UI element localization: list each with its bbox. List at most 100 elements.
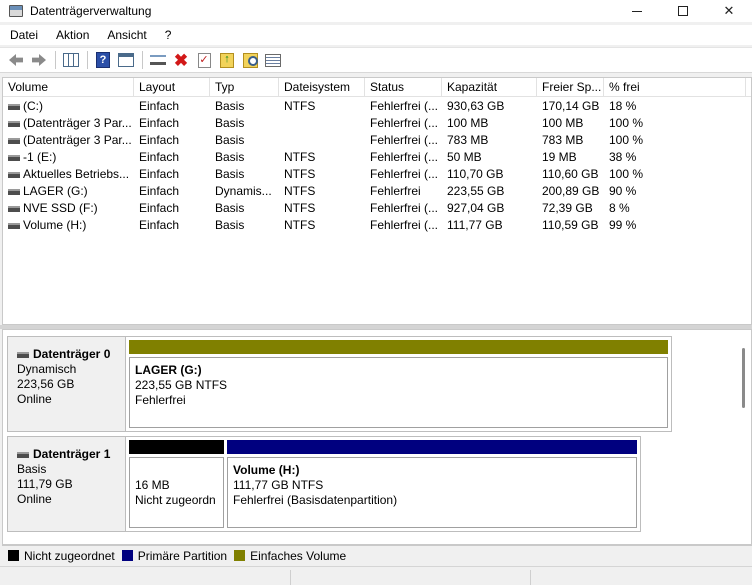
search-icon	[242, 52, 258, 68]
capacity-cell: 927,04 GB	[447, 201, 505, 215]
table-row[interactable]: (C:) Einfach Basis NTFS Fehlerfrei (... …	[3, 98, 751, 115]
free-space-cell: 200,89 GB	[542, 184, 600, 198]
disk-0-state: Online	[17, 392, 52, 406]
drive-icon	[17, 451, 29, 458]
table-row[interactable]: -1 (E:) Einfach Basis NTFS Fehlerfrei (.…	[3, 149, 751, 166]
properties-button[interactable]	[262, 50, 284, 70]
toolbar-separator	[87, 51, 88, 69]
delete-icon: ✖	[173, 50, 189, 70]
disk-0-title: Datenträger 0	[17, 347, 128, 362]
partition-unallocated[interactable]: 16 MB Nicht zugeordn	[129, 440, 224, 528]
table-row[interactable]: NVE SSD (F:) Einfach Basis NTFS Fehlerfr…	[3, 200, 751, 217]
menu-bar: Datei Aktion Ansicht ?	[0, 25, 752, 45]
column-header-volume[interactable]: Volume	[3, 78, 134, 97]
volume-name: NVE SSD (F:)	[23, 201, 98, 215]
volume-table-header: Volume Layout Typ Dateisystem Status Kap…	[3, 78, 751, 97]
connect-button[interactable]	[147, 50, 169, 70]
menu-help[interactable]: ?	[155, 28, 180, 42]
type-cell: Basis	[215, 167, 245, 181]
minimize-icon	[632, 10, 642, 12]
partition-volume-h[interactable]: Volume (H:) 111,77 GB NTFS Fehlerfrei (B…	[227, 440, 637, 528]
column-header-dateisystem[interactable]: Dateisystem	[279, 78, 365, 97]
column-header-freier-speicher[interactable]: Freier Sp...	[537, 78, 604, 97]
checkmark-button[interactable]: ✓	[193, 50, 215, 70]
partition-status: Fehlerfrei (Basisdatenpartition)	[233, 493, 398, 507]
capacity-cell: 930,63 GB	[447, 99, 505, 113]
search-button[interactable]	[239, 50, 261, 70]
show-hide-panel-button[interactable]	[115, 50, 137, 70]
menu-datei[interactable]: Datei	[0, 28, 46, 42]
partition-size: 223,55 GB NTFS	[135, 378, 228, 392]
table-row[interactable]: LAGER (G:) Einfach Dynamis... NTFS Fehle…	[3, 183, 751, 200]
table-row[interactable]: Aktuelles Betriebs... Einfach Basis NTFS…	[3, 166, 751, 183]
column-header-kapazitaet[interactable]: Kapazität	[442, 78, 537, 97]
toolbar-separator	[142, 51, 143, 69]
percent-free-cell: 99 %	[609, 218, 637, 232]
volume-name: (Datenträger 3 Par...	[23, 133, 132, 147]
back-button[interactable]	[5, 50, 27, 70]
free-space-cell: 170,14 GB	[542, 99, 600, 113]
percent-free-cell: 90 %	[609, 184, 637, 198]
layout-cell: Einfach	[139, 150, 180, 164]
delete-button[interactable]: ✖	[170, 50, 192, 70]
drive-icon	[8, 103, 20, 110]
forward-button[interactable]	[28, 50, 50, 70]
partition-details: Volume (H:) 111,77 GB NTFS Fehlerfrei (B…	[227, 457, 637, 528]
layout-cell: Einfach	[139, 116, 180, 130]
help-icon: ?	[96, 52, 110, 68]
title-bar: Datenträgerverwaltung ✕	[0, 0, 752, 22]
column-header-layout[interactable]: Layout	[134, 78, 210, 97]
back-icon	[9, 54, 23, 66]
percent-free-cell: 18 %	[609, 99, 637, 113]
volume-list-pane: Volume Layout Typ Dateisystem Status Kap…	[2, 77, 752, 325]
free-space-cell: 783 MB	[542, 133, 584, 147]
menu-ansicht[interactable]: Ansicht	[97, 28, 154, 42]
volume-name: (C:)	[23, 99, 43, 113]
close-icon: ✕	[723, 3, 735, 18]
legend-swatch	[234, 550, 246, 561]
legend-item-primary-partition: Primäre Partition	[121, 548, 228, 563]
drive-icon	[8, 171, 20, 178]
capacity-cell: 110,70 GB	[447, 167, 504, 181]
volume-table-rows: (C:) Einfach Basis NTFS Fehlerfrei (... …	[3, 98, 751, 234]
status-bar	[0, 566, 752, 585]
column-header-status[interactable]: Status	[365, 78, 442, 97]
layout-cell: Einfach	[139, 133, 180, 147]
legend-label: Primäre Partition	[137, 548, 228, 563]
column-header-typ[interactable]: Typ	[210, 78, 279, 97]
disk-0-partitions: LAGER (G:) 223,55 GB NTFS Fehlerfrei	[125, 336, 672, 432]
partition-lager-g[interactable]: LAGER (G:) 223,55 GB NTFS Fehlerfrei	[129, 340, 668, 428]
up-folder-button[interactable]: ↑	[216, 50, 238, 70]
type-cell: Basis	[215, 201, 245, 215]
help-button[interactable]: ?	[92, 50, 114, 70]
disk-1-label[interactable]: Datenträger 1 Basis 111,79 GB Online	[7, 436, 129, 532]
minimize-button[interactable]	[614, 0, 660, 22]
status-cell: Fehlerfrei (...	[370, 150, 439, 164]
partition-size: 111,77 GB NTFS	[233, 478, 324, 492]
disk-1-state: Online	[17, 492, 52, 506]
filesystem-cell: NTFS	[284, 184, 316, 198]
table-row[interactable]: (Datenträger 3 Par... Einfach Basis Fehl…	[3, 132, 751, 149]
filesystem-cell: NTFS	[284, 99, 316, 113]
volume-cell: Aktuelles Betriebs...	[3, 166, 134, 183]
disk-0-name: Datenträger 0	[33, 347, 111, 361]
console-tree-button[interactable]	[60, 50, 82, 70]
status-bar-segment	[530, 570, 531, 585]
close-button[interactable]: ✕	[706, 0, 752, 22]
volume-cell: LAGER (G:)	[3, 183, 134, 200]
percent-free-cell: 100 %	[609, 116, 644, 130]
table-row[interactable]: (Datenträger 3 Par... Einfach Basis Fehl…	[3, 115, 751, 132]
disk-1-name: Datenträger 1	[33, 447, 111, 461]
disk-1-size: 111,79 GB	[17, 477, 73, 491]
disk-0-label[interactable]: Datenträger 0 Dynamisch 223,56 GB Online	[7, 336, 129, 432]
volume-cell: Volume (H:)	[3, 217, 134, 234]
table-row[interactable]: Volume (H:) Einfach Basis NTFS Fehlerfre…	[3, 217, 751, 234]
percent-free-cell: 100 %	[609, 133, 644, 147]
filesystem-cell: NTFS	[284, 150, 316, 164]
maximize-button[interactable]	[660, 0, 706, 22]
column-header-prozent-frei[interactable]: % frei	[604, 78, 746, 97]
vertical-scrollbar[interactable]	[742, 348, 745, 408]
menu-aktion[interactable]: Aktion	[46, 28, 97, 42]
legend: Nicht zugeordnet Primäre Partition Einfa…	[2, 545, 752, 565]
properties-icon	[265, 53, 281, 67]
